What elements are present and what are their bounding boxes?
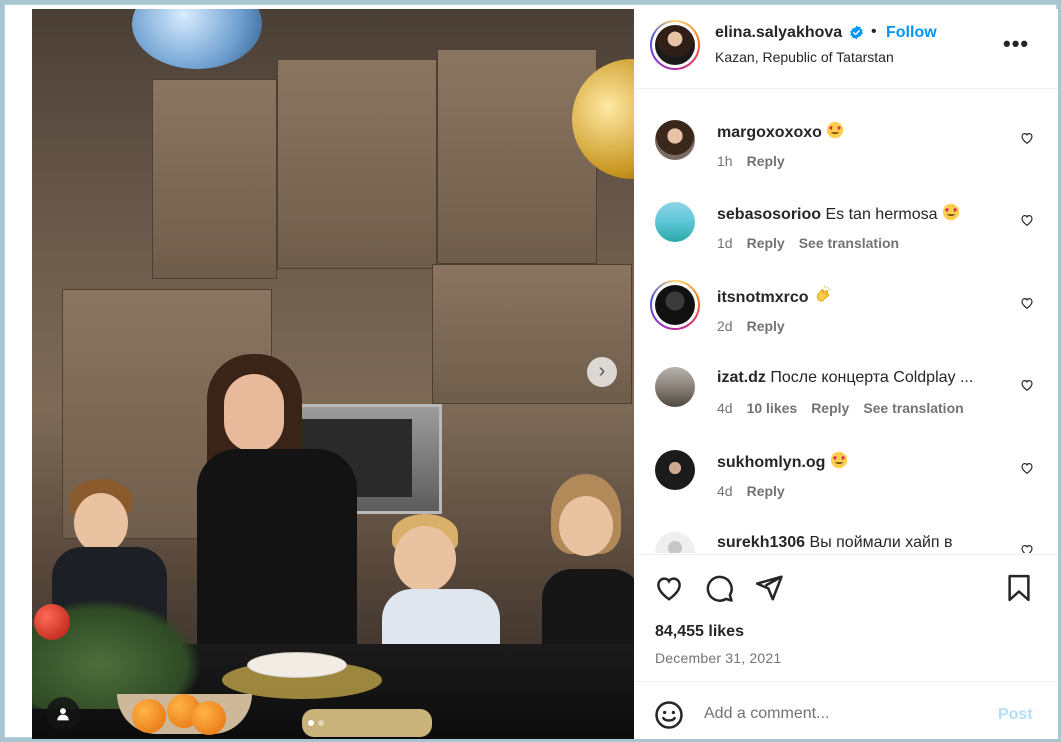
red-ornament — [34, 604, 70, 640]
comments-list[interactable]: margoxoxoxo 1h Reply sebasosorioo Es tan… — [634, 90, 1058, 553]
comment-username[interactable]: surekh1306 — [717, 534, 805, 551]
heart-icon[interactable] — [1020, 378, 1034, 392]
comment-meta: 4d 10 likes Reply See translation — [717, 400, 964, 416]
comment-text: izat.dz После концерта Coldplay ... — [717, 368, 1017, 388]
comment-input[interactable] — [704, 699, 974, 729]
commenter-avatar[interactable] — [655, 367, 695, 407]
comment-item: sukhomlyn.og 4d Reply — [634, 450, 1058, 530]
likes-count[interactable]: 84,455 likes — [655, 623, 744, 641]
woman-figure — [192, 354, 372, 659]
carousel-indicator — [308, 720, 324, 726]
post-comment-button[interactable]: Post — [998, 706, 1033, 724]
comment-text: sebasosorioo Es tan hermosa — [717, 203, 1017, 225]
carousel-dot — [318, 720, 324, 726]
post-header: elina.salyakhova • Follow Kazan, Republi… — [634, 9, 1058, 89]
comment-text: surekh1306 Вы поймали хайп в — [717, 533, 1017, 553]
comment-item: surekh1306 Вы поймали хайп в — [634, 532, 1058, 553]
comment-item: itsnotmxrco 2d Reply — [634, 280, 1058, 365]
comment-meta: 1d Reply See translation — [717, 235, 899, 251]
reply-button[interactable]: Reply — [811, 400, 849, 416]
smile-icon[interactable] — [654, 700, 684, 730]
heart-icon[interactable] — [654, 573, 684, 603]
add-comment-bar: Post — [634, 681, 1058, 739]
post-location[interactable]: Kazan, Republic of Tatarstan — [715, 49, 894, 65]
clapping-hands-emoji — [817, 286, 830, 302]
comment-item: margoxoxoxo 1h Reply — [634, 120, 1058, 200]
bookmark-icon[interactable] — [1004, 573, 1034, 603]
commenter-avatar[interactable] — [650, 280, 700, 330]
carousel-dot-active — [308, 720, 314, 726]
heart-eyes-emoji — [830, 451, 848, 469]
orange — [192, 701, 226, 735]
header-separator: • — [871, 23, 877, 40]
commenter-avatar[interactable] — [655, 120, 695, 160]
comment-username[interactable]: margoxoxoxo — [717, 124, 822, 141]
wall-panel — [277, 59, 437, 269]
heart-icon[interactable] — [1020, 213, 1034, 227]
heart-eyes-emoji — [942, 203, 960, 221]
comment-time[interactable]: 4d — [717, 483, 733, 499]
heart-icon[interactable] — [1020, 543, 1034, 553]
see-translation-button[interactable]: See translation — [863, 400, 963, 416]
author-avatar[interactable] — [650, 20, 700, 70]
author-username[interactable]: elina.salyakhova — [715, 24, 842, 42]
verified-badge-icon — [850, 25, 863, 40]
comment-username[interactable]: izat.dz — [717, 369, 766, 386]
comment-meta: 4d Reply — [717, 483, 785, 499]
comment-body: Es tan hermosa — [825, 206, 938, 223]
comment-text: itsnotmxrco — [717, 286, 1017, 308]
comment-text: margoxoxoxo — [717, 121, 1017, 143]
comment-text: sukhomlyn.og — [717, 451, 1017, 473]
chevron-right-icon: › — [598, 360, 606, 382]
heart-icon[interactable] — [1020, 131, 1034, 145]
comment-meta: 1h Reply — [717, 153, 785, 169]
wall-panel — [152, 79, 277, 279]
reply-button[interactable]: Reply — [747, 153, 785, 169]
comment-meta: 2d Reply — [717, 318, 785, 334]
commenter-avatar[interactable] — [655, 202, 695, 242]
comment-time[interactable]: 2d — [717, 318, 733, 334]
default-avatar-icon — [668, 541, 682, 553]
see-translation-button[interactable]: See translation — [799, 235, 899, 251]
follow-button[interactable]: Follow — [886, 24, 937, 42]
comment-time[interactable]: 1h — [717, 153, 733, 169]
comment-username[interactable]: itsnotmxrco — [717, 289, 809, 306]
more-horizontal-icon[interactable]: ••• — [1003, 31, 1029, 57]
heart-icon[interactable] — [1020, 461, 1034, 475]
comment-time[interactable]: 1d — [717, 235, 733, 251]
post-photo[interactable]: › — [32, 9, 634, 739]
heart-icon[interactable] — [1020, 296, 1034, 310]
reply-button[interactable]: Reply — [747, 235, 785, 251]
tagged-users-button[interactable] — [46, 697, 80, 731]
send-icon[interactable] — [754, 573, 784, 603]
carousel-next-button[interactable]: › — [587, 357, 617, 387]
comment-username[interactable]: sukhomlyn.og — [717, 454, 825, 471]
heart-eyes-emoji — [827, 121, 844, 139]
comment-body: После концерта Coldplay ... — [770, 369, 974, 386]
reply-button[interactable]: Reply — [747, 318, 785, 334]
orange — [132, 699, 166, 733]
comment-username[interactable]: sebasosorioo — [717, 206, 821, 223]
comment-time[interactable]: 4d — [717, 400, 733, 416]
pendant-lamp-blue — [132, 9, 262, 69]
comment-item: izat.dz После концерта Coldplay ... 4d 1… — [634, 367, 1058, 447]
user-tag-icon — [57, 708, 69, 721]
post-side-panel: elina.salyakhova • Follow Kazan, Republi… — [634, 9, 1058, 739]
commenter-avatar[interactable] — [655, 450, 695, 490]
wall-panel — [437, 49, 597, 264]
comment-body: Вы поймали хайп в — [809, 534, 953, 551]
dessert-plate — [247, 652, 347, 678]
post-dialog: › elina.salyakhova • Follow Kazan, Repub… — [4, 4, 1058, 739]
child-right — [537, 474, 634, 659]
comment-icon[interactable] — [704, 573, 734, 603]
comment-likes[interactable]: 10 likes — [747, 400, 798, 416]
post-actions: 84,455 likes December 31, 2021 — [634, 554, 1058, 689]
commenter-avatar[interactable] — [655, 532, 695, 553]
child-middle — [382, 514, 502, 669]
reply-button[interactable]: Reply — [747, 483, 785, 499]
comment-item: sebasosorioo Es tan hermosa 1d Reply See… — [634, 202, 1058, 282]
post-date[interactable]: December 31, 2021 — [655, 650, 781, 666]
